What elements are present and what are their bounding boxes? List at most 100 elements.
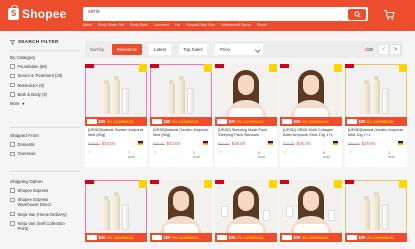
shop-logo [282, 119, 292, 124]
product-image[interactable]: $20 5% CASHBACK [150, 180, 212, 242]
category-option[interactable]: Foundation (86) [10, 64, 82, 69]
product-card[interactable]: $20 5% CASHBACK [215, 180, 277, 242]
shipping-option[interactable]: Ninja Van (Self Collection Point) [10, 221, 82, 231]
search-button[interactable] [348, 8, 366, 20]
discount-corner-badge [334, 64, 342, 72]
heart-icon[interactable]: ♡ [348, 150, 352, 156]
product-title[interactable]: [URIID]Natural Garden Ampoule Mist 10g 1… [348, 128, 404, 138]
checkbox[interactable] [10, 188, 15, 193]
product-bottle [382, 204, 389, 230]
shipped-from-option[interactable]: Domestic [10, 142, 82, 147]
cart-button[interactable] [383, 8, 395, 20]
product-card[interactable]: $20 5% CASHBACK [URIID] Sleeping Mask Pack… [215, 64, 277, 167]
product-image[interactable]: $20 5% CASHBACK [85, 64, 147, 126]
checkbox[interactable] [10, 64, 15, 69]
product-image[interactable]: $20 5% CASHBACK [280, 180, 342, 242]
search-input[interactable]: sérié [88, 9, 100, 15]
cashback-text: 5% CASHBACK [107, 235, 134, 240]
product-image[interactable]: $20 5% CASHBACK [280, 64, 342, 126]
product-card[interactable]: $20 5% CASHBACK [150, 180, 212, 242]
card-meta: ♡ 3 sold [348, 150, 395, 159]
suggestion-link[interactable]: Stoch [257, 23, 267, 27]
category-option[interactable]: Moisturizer (6) [10, 83, 82, 88]
sold-count: 3 sold [388, 150, 395, 159]
price-row: $42.00 $48.00 [218, 141, 245, 146]
checkbox[interactable] [10, 92, 15, 97]
shipped-from-option[interactable]: Overseas [10, 151, 82, 156]
product-tube [372, 76, 380, 114]
option-label: Ninja Van (Home Delivery) [17, 211, 67, 217]
product-card[interactable]: $20 5% CASHBACK [URIID] URIID Multi Collag… [280, 64, 342, 167]
shipping-option[interactable]: Shopee Express [10, 188, 82, 193]
search-bar[interactable]: sérié [83, 7, 368, 21]
checkbox[interactable] [10, 82, 15, 88]
checkbox[interactable] [10, 142, 15, 147]
product-title[interactable]: [URIID]Natural Garden Ampoule Mist (50g) [88, 128, 144, 138]
cashback-text: 5% CASHBACK [367, 119, 394, 124]
suggestion-link[interactable]: Mask [83, 23, 92, 27]
cashback-text: 5% CASHBACK [302, 119, 329, 124]
original-price: $39.90 [88, 141, 100, 146]
category-option[interactable]: Bath & Body (3) [10, 92, 82, 97]
discount-corner-badge [269, 64, 277, 72]
heart-icon[interactable]: ♡ [153, 150, 157, 156]
promo-banner: $20 5% CASHBACK [215, 233, 277, 242]
origin-flag-icon [138, 141, 143, 145]
product-image[interactable]: $20 5% CASHBACK [215, 64, 277, 126]
suggestion-link[interactable]: Body Bath [130, 23, 148, 27]
product-title[interactable]: [URIID]Natural Garden Ampoule Mist (50g) [153, 128, 209, 138]
heart-icon[interactable]: ♡ [283, 150, 287, 156]
discount-corner-badge [204, 64, 212, 72]
suggestion-link[interactable]: Waterproof Syrup [221, 23, 251, 27]
product-title[interactable]: [URIID] URIID Multi Collagen Balm Ampoul… [283, 128, 339, 138]
product-card[interactable]: $20 5% CASHBACK [URIID]Natural Garden Ampo… [85, 64, 147, 167]
checkbox[interactable] [10, 73, 15, 79]
checkbox[interactable] [10, 221, 15, 226]
price-row: $39.90 $23.00 [88, 141, 115, 146]
product-card[interactable]: $20 5% CASHBACK [URIID]Natural Garden Ampo… [345, 64, 407, 167]
suggestion-link[interactable]: Hurpaid Buy Gon [186, 23, 215, 27]
chevron-down-icon [254, 46, 260, 52]
shipping-option[interactable]: Shopee Express Warehouse Direct [10, 197, 82, 207]
voucher-amount: $20 [163, 119, 171, 124]
sort-latest-button[interactable]: Latest [149, 44, 171, 55]
product-image[interactable]: $20 5% CASHBACK [345, 64, 407, 126]
product-card[interactable]: $20 5% CASHBACK [345, 180, 407, 242]
model-face [303, 75, 319, 95]
price-sort-dropdown[interactable]: Price [215, 44, 263, 55]
product-card[interactable]: $20 5% CASHBACK [85, 180, 147, 242]
product-card[interactable]: $20 5% CASHBACK [URIID]Natural Garden Ampo… [150, 64, 212, 167]
checkbox[interactable] [10, 151, 15, 157]
discount-corner-badge [399, 180, 407, 188]
more-categories-button[interactable]: More ▼ [10, 101, 82, 106]
product-image[interactable]: $20 5% CASHBACK [345, 180, 407, 242]
checkbox[interactable] [10, 197, 15, 203]
option-label: Bath & Body (3) [17, 91, 48, 97]
origin-flag-icon [398, 141, 403, 145]
next-page-button[interactable]: > [390, 44, 401, 55]
checkbox[interactable] [10, 211, 15, 217]
heart-icon[interactable]: ♡ [88, 150, 92, 156]
heart-icon[interactable]: ♡ [218, 150, 222, 156]
card-meta: ♡ 2 sold [153, 150, 200, 159]
suggestion-link[interactable]: Body Wash Set [98, 23, 124, 27]
product-image[interactable]: $20 5% CASHBACK [85, 180, 147, 242]
sold-count: 2 sold [193, 150, 200, 159]
product-title[interactable]: [URIID] Sleeping Mask Pack Sleeping Pack… [218, 128, 274, 138]
product-card[interactable]: $20 5% CASHBACK [280, 180, 342, 242]
category-option[interactable]: Serum & Treatment (33) [10, 73, 82, 78]
shopee-logo[interactable]: S Shopee [8, 5, 67, 21]
suggestion-link[interactable]: Hu [175, 23, 180, 27]
sort-relevance-button[interactable]: Relevance [112, 44, 142, 55]
product-tube [362, 80, 370, 114]
prev-page-button[interactable]: < [378, 44, 389, 55]
shipping-option[interactable]: Ninja Van (Home Delivery) [10, 212, 82, 217]
product-bottle [187, 88, 194, 114]
mall-tag [85, 64, 94, 68]
original-price: $30.90 [348, 141, 360, 146]
sort-top-sales-button[interactable]: Top Sales [179, 44, 207, 55]
product-image[interactable]: $20 5% CASHBACK [215, 180, 277, 242]
product-bottle [286, 206, 293, 217]
product-image[interactable]: $20 5% CASHBACK [150, 64, 212, 126]
suggestion-link[interactable]: Lacomed [154, 23, 170, 27]
